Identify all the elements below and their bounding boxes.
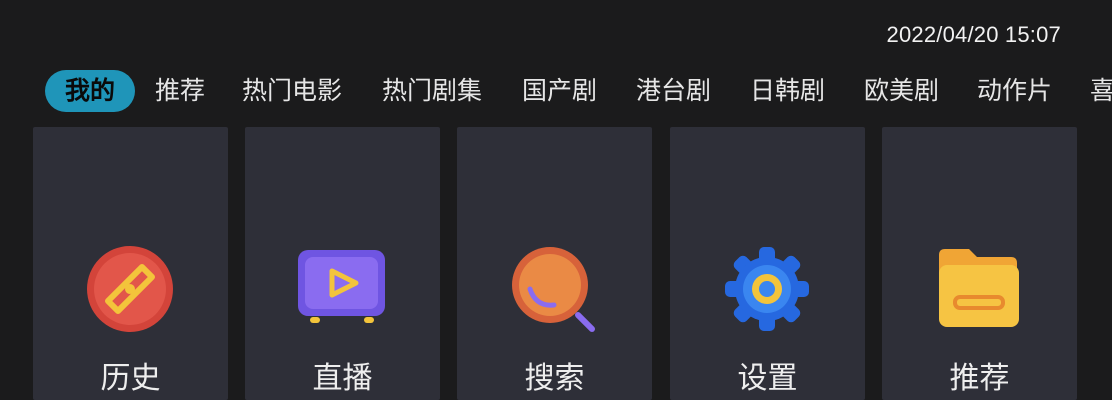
card-label-live: 直播 bbox=[312, 361, 373, 396]
settings-card[interactable]: 设置 bbox=[670, 127, 865, 400]
compass-icon bbox=[87, 246, 173, 332]
category-tabs: 我的 推荐 热门电影 热门剧集 国产剧 港台剧 日韩剧 欧美剧 动作片 喜 bbox=[0, 70, 1112, 112]
history-card[interactable]: 历史 bbox=[33, 127, 228, 400]
tab-action-movies[interactable]: 动作片 bbox=[977, 70, 1052, 112]
tab-hk-tw-drama[interactable]: 港台剧 bbox=[636, 70, 711, 112]
recommend-card[interactable]: 推荐 bbox=[882, 127, 1077, 400]
search-icon bbox=[512, 247, 595, 332]
card-label-search: 搜索 bbox=[524, 361, 585, 396]
card-label-settings: 设置 bbox=[737, 361, 798, 396]
live-card[interactable]: 直播 bbox=[245, 127, 440, 400]
card-label-recommend: 推荐 bbox=[949, 361, 1010, 396]
tab-hot-movies[interactable]: 热门电影 bbox=[242, 70, 342, 112]
tab-jp-kr-drama[interactable]: 日韩剧 bbox=[750, 70, 825, 112]
search-card[interactable]: 搜索 bbox=[457, 127, 652, 400]
tab-hot-series[interactable]: 热门剧集 bbox=[382, 70, 482, 112]
tv-play-icon bbox=[298, 250, 385, 323]
card-label-history: 历史 bbox=[100, 361, 161, 396]
tab-comedy[interactable]: 喜 bbox=[1090, 70, 1112, 112]
folder-icon bbox=[939, 249, 1019, 327]
tab-domestic-drama[interactable]: 国产剧 bbox=[522, 70, 597, 112]
tab-western-drama[interactable]: 欧美剧 bbox=[864, 70, 939, 112]
tab-mine[interactable]: 我的 bbox=[45, 70, 136, 112]
gear-icon bbox=[725, 247, 809, 331]
clock: 2022/04/20 15:07 bbox=[886, 22, 1061, 47]
tab-recommend[interactable]: 推荐 bbox=[155, 70, 205, 112]
